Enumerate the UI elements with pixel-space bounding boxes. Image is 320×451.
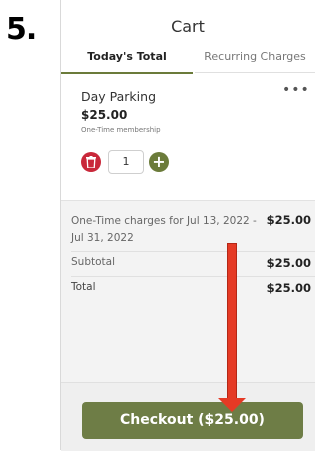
tab-todays-total[interactable]: Today's Total [61,50,193,74]
step-number: 5. [6,12,37,47]
subtotal-amount: $25.00 [266,256,311,270]
annotation-arrow [227,243,237,400]
checkout-footer: Checkout ($25.00) [61,382,315,451]
divider [71,251,315,252]
annotation-arrow-head [218,398,246,412]
tab-recurring-charges[interactable]: Recurring Charges [195,50,315,73]
total-label: Total [71,281,96,293]
charges-row: One-Time charges for Jul 13, 2022 - Jul … [71,213,311,247]
item-name: Day Parking [81,89,156,104]
delete-item-button[interactable] [81,152,101,172]
item-price: $25.00 [81,108,128,122]
item-subtitle: One-Time membership [81,126,161,134]
charges-label: One-Time charges for Jul 13, 2022 - Jul … [71,215,257,244]
cart-screen: Cart Today's Total Recurring Charges Day… [60,0,315,451]
checkout-button[interactable]: Checkout ($25.00) [82,402,303,439]
cart-item: Day Parking $25.00 One-Time membership •… [61,80,315,202]
page-title: Cart [171,17,205,36]
trash-icon [86,156,96,168]
charges-amount: $25.00 [266,213,311,227]
plus-icon: + [152,152,166,171]
order-summary: One-Time charges for Jul 13, 2022 - Jul … [61,200,315,383]
more-horizontal-icon[interactable]: ••• [282,82,310,98]
total-amount: $25.00 [266,281,311,295]
subtotal-label: Subtotal [71,256,115,268]
quantity-input[interactable]: 1 [108,150,144,174]
add-quantity-button[interactable]: + [149,152,169,172]
divider [71,276,315,277]
cart-tabs: Today's Total Recurring Charges [61,50,315,74]
